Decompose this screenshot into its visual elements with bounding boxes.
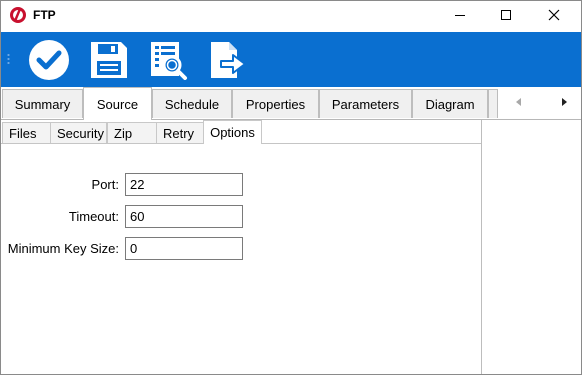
view-report-button[interactable] (147, 39, 189, 81)
tab-overflow[interactable] (488, 89, 498, 118)
subtab-zip[interactable]: Zip (107, 122, 157, 143)
maximize-button[interactable] (483, 1, 529, 29)
tab-diagram[interactable]: Diagram (412, 89, 488, 118)
ftp-window: FTP Summary Source Schedule Properties P… (0, 0, 582, 375)
subtab-security[interactable]: Security (50, 122, 107, 143)
main-tab-strip: Summary Source Schedule Properties Param… (1, 87, 581, 120)
port-label: Port: (91, 177, 119, 192)
minimum-key-size-input[interactable] (125, 237, 243, 260)
export-button[interactable] (206, 39, 248, 81)
close-icon (548, 9, 560, 21)
close-button[interactable] (531, 1, 577, 29)
subtab-files[interactable]: Files (2, 122, 51, 143)
tab-scroll-right-button[interactable] (556, 95, 572, 109)
triangle-right-icon (562, 98, 567, 106)
report-search-icon (151, 42, 187, 80)
minimum-key-size-label: Minimum Key Size: (7, 241, 119, 256)
options-content: Port: Timeout: Minimum Key Size: (1, 144, 481, 374)
toolbar (1, 32, 581, 87)
ok-button[interactable] (28, 39, 70, 81)
tab-summary[interactable]: Summary (2, 89, 83, 118)
tab-schedule[interactable]: Schedule (152, 89, 232, 118)
source-panel: Files Security Zip Retry Options Port: T… (1, 120, 482, 374)
export-icon (211, 42, 246, 78)
toolbar-grip[interactable] (7, 53, 10, 66)
tab-source[interactable]: Source (83, 87, 152, 120)
triangle-left-icon (516, 98, 521, 106)
window-title: FTP (33, 8, 56, 22)
subtab-options[interactable]: Options (203, 120, 262, 144)
app-logo-icon (9, 6, 27, 24)
save-button[interactable] (88, 39, 130, 81)
port-input[interactable] (125, 173, 243, 196)
timeout-input[interactable] (125, 205, 243, 228)
minimum-key-size-row: Minimum Key Size: (1, 237, 481, 261)
minimize-button[interactable] (437, 1, 483, 29)
checkmark-icon (29, 40, 69, 80)
tab-parameters[interactable]: Parameters (319, 89, 412, 118)
maximize-icon (500, 9, 511, 20)
save-icon (91, 42, 127, 78)
sub-tab-strip: Files Security Zip Retry Options (1, 120, 481, 144)
subtab-retry[interactable]: Retry (156, 122, 204, 143)
timeout-label: Timeout: (68, 209, 119, 224)
minimize-icon (454, 14, 465, 16)
tab-properties[interactable]: Properties (232, 89, 319, 118)
timeout-row: Timeout: (1, 205, 481, 229)
port-row: Port: (1, 173, 481, 197)
tab-scroll-left-button[interactable] (511, 95, 527, 109)
title-bar: FTP (1, 1, 581, 32)
